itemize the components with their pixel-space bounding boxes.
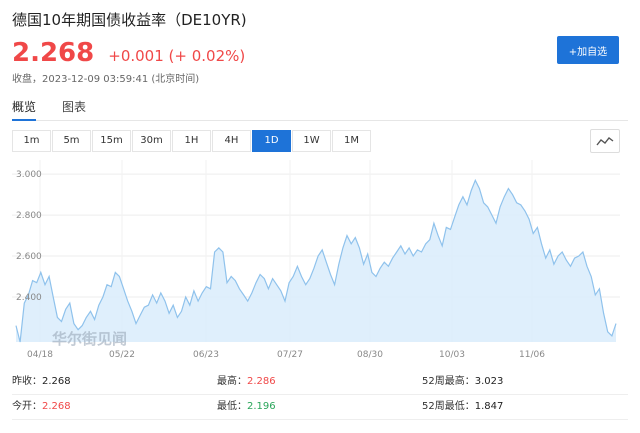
stat-high: 2.286 xyxy=(247,376,276,387)
tab-overview[interactable]: 概览 xyxy=(12,98,37,121)
yield-chart[interactable]: 3.000 2.800 2.600 2.400 04/18 05/22 06/23 07/27… xyxy=(12,160,620,360)
range-1mo-button[interactable]: 1M xyxy=(332,130,371,152)
range-15m-button[interactable]: 15m xyxy=(92,130,131,152)
stat-52w-high: 3.023 xyxy=(474,376,504,387)
range-1d-button[interactable]: 1D xyxy=(252,130,291,152)
range-1m-button[interactable]: 1m xyxy=(12,130,51,152)
range-4h-button[interactable]: 4H xyxy=(212,130,251,152)
chart-type-toggle[interactable] xyxy=(590,129,620,153)
y-tick-label: 3.000 xyxy=(16,170,42,180)
range-1h-button[interactable]: 1H xyxy=(172,130,211,152)
stat-label: 今开： xyxy=(12,401,42,412)
y-tick-label: 2.400 xyxy=(16,293,42,303)
stat-52w-low: 1.847 xyxy=(474,401,504,412)
x-tick-label: 06/23 xyxy=(193,350,219,360)
stats-row: 昨收：2.268 最高：2.286 52周最高：3.023 xyxy=(12,370,628,395)
page-title: 德国10年期国债收益率（DE10YR) xyxy=(12,11,247,29)
tab-chart[interactable]: 图表 xyxy=(62,98,86,119)
view-tabs: 概览 图表 xyxy=(12,98,628,121)
range-5m-button[interactable]: 5m xyxy=(52,130,91,152)
watermark-text: 华尔街见闻 xyxy=(52,330,127,348)
range-30m-button[interactable]: 30m xyxy=(132,130,171,152)
price-row: 2.268 +0.001 (+ 0.02%) xyxy=(12,38,245,68)
range-selector: 1m 5m 15m 30m 1H 4H 1D 1W 1M xyxy=(12,130,372,152)
close-timestamp: 收盘，2023-12-09 03:59:41 (北京时间) xyxy=(12,74,200,85)
x-tick-label: 04/18 xyxy=(27,350,53,360)
stat-low: 2.196 xyxy=(247,401,276,412)
stat-label: 最低： xyxy=(217,401,247,412)
last-price: 2.268 xyxy=(12,38,95,68)
range-1w-button[interactable]: 1W xyxy=(292,130,331,152)
stat-prev-close: 2.268 xyxy=(42,376,71,387)
x-tick-label: 10/03 xyxy=(439,350,465,360)
x-tick-label: 11/06 xyxy=(519,350,545,360)
add-watchlist-button[interactable]: +加自选 xyxy=(557,36,619,64)
stat-label: 昨收： xyxy=(12,376,42,387)
stat-open: 2.268 xyxy=(42,401,71,412)
line-chart-icon xyxy=(596,137,614,146)
x-tick-label: 07/27 xyxy=(277,350,303,360)
x-tick-label: 08/30 xyxy=(357,350,383,360)
y-tick-label: 2.800 xyxy=(16,211,42,221)
price-change: +0.001 (+ 0.02%) xyxy=(108,47,246,65)
stat-label: 52周最高： xyxy=(422,376,475,387)
stat-label: 52周最低： xyxy=(422,401,475,412)
stat-label: 最高： xyxy=(217,376,247,387)
x-tick-label: 05/22 xyxy=(109,350,135,360)
stats-table: 昨收：2.268 最高：2.286 52周最高：3.023 今开：2.268 最… xyxy=(12,370,628,420)
y-tick-label: 2.600 xyxy=(16,252,42,262)
stats-row: 今开：2.268 最低：2.196 52周最低：1.847 xyxy=(12,395,628,420)
